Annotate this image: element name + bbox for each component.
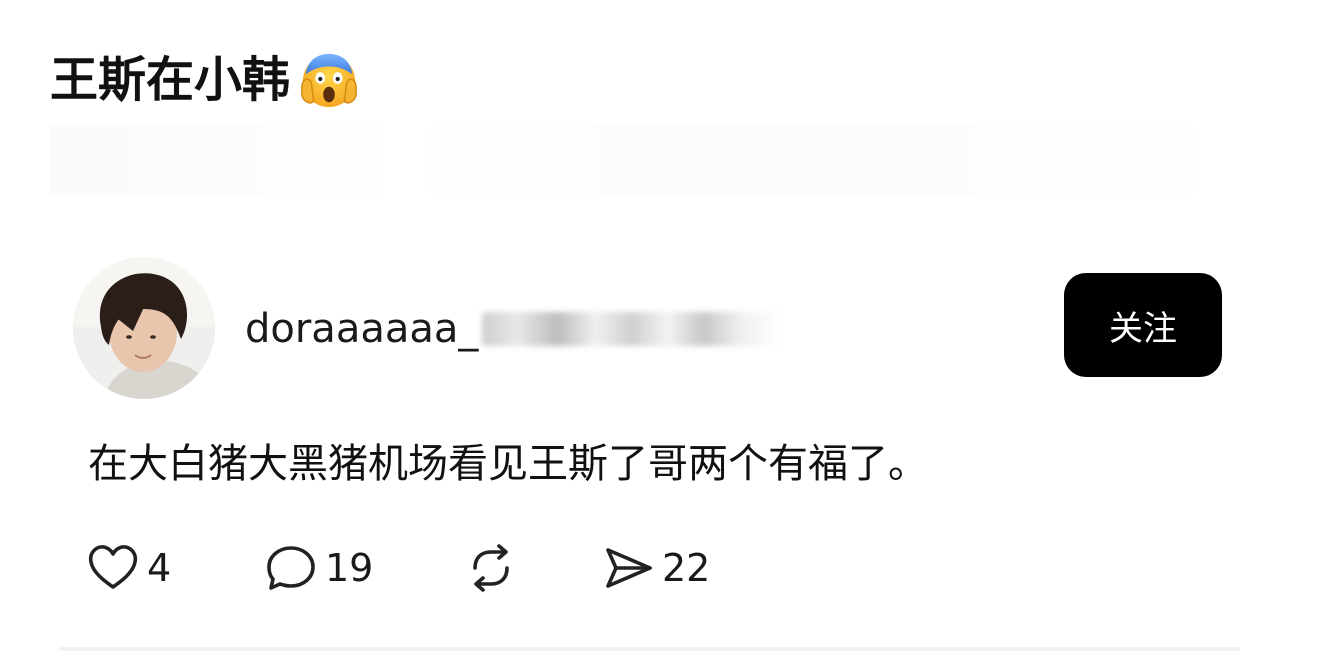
comment-button[interactable]: 19 [263,538,373,598]
repost-icon [473,544,509,592]
avatar-photo-icon [73,257,215,399]
send-icon [606,548,652,588]
post-text: 在大白猪大黑猪机场看见王斯了哥两个有福了。 [88,441,928,487]
comment-icon [267,546,315,590]
post-card: doraaaaaa_ 关注 在大白猪大黑猪机场看见王斯了哥两个有福了。 4 19 [0,230,1320,660]
redacted-username-blur [482,312,783,346]
like-button[interactable]: 4 [85,538,171,598]
follow-button[interactable]: 关注 [1064,273,1222,377]
comment-count: 19 [325,546,374,590]
screaming-face-emoji-icon [301,53,357,108]
repost-button[interactable] [463,538,519,598]
headline-text: 王斯在小韩 [50,52,291,108]
username-row[interactable]: doraaaaaa_ [245,304,783,354]
heart-icon [88,545,138,589]
headline: 王斯在小韩 [50,40,360,120]
faded-background-text [50,125,1230,195]
avatar[interactable] [73,257,215,399]
divider [60,647,1240,651]
username[interactable]: doraaaaaa_ [245,306,478,352]
send-button[interactable]: 22 [600,538,710,598]
share-count: 22 [662,546,711,590]
like-count: 4 [147,546,172,590]
